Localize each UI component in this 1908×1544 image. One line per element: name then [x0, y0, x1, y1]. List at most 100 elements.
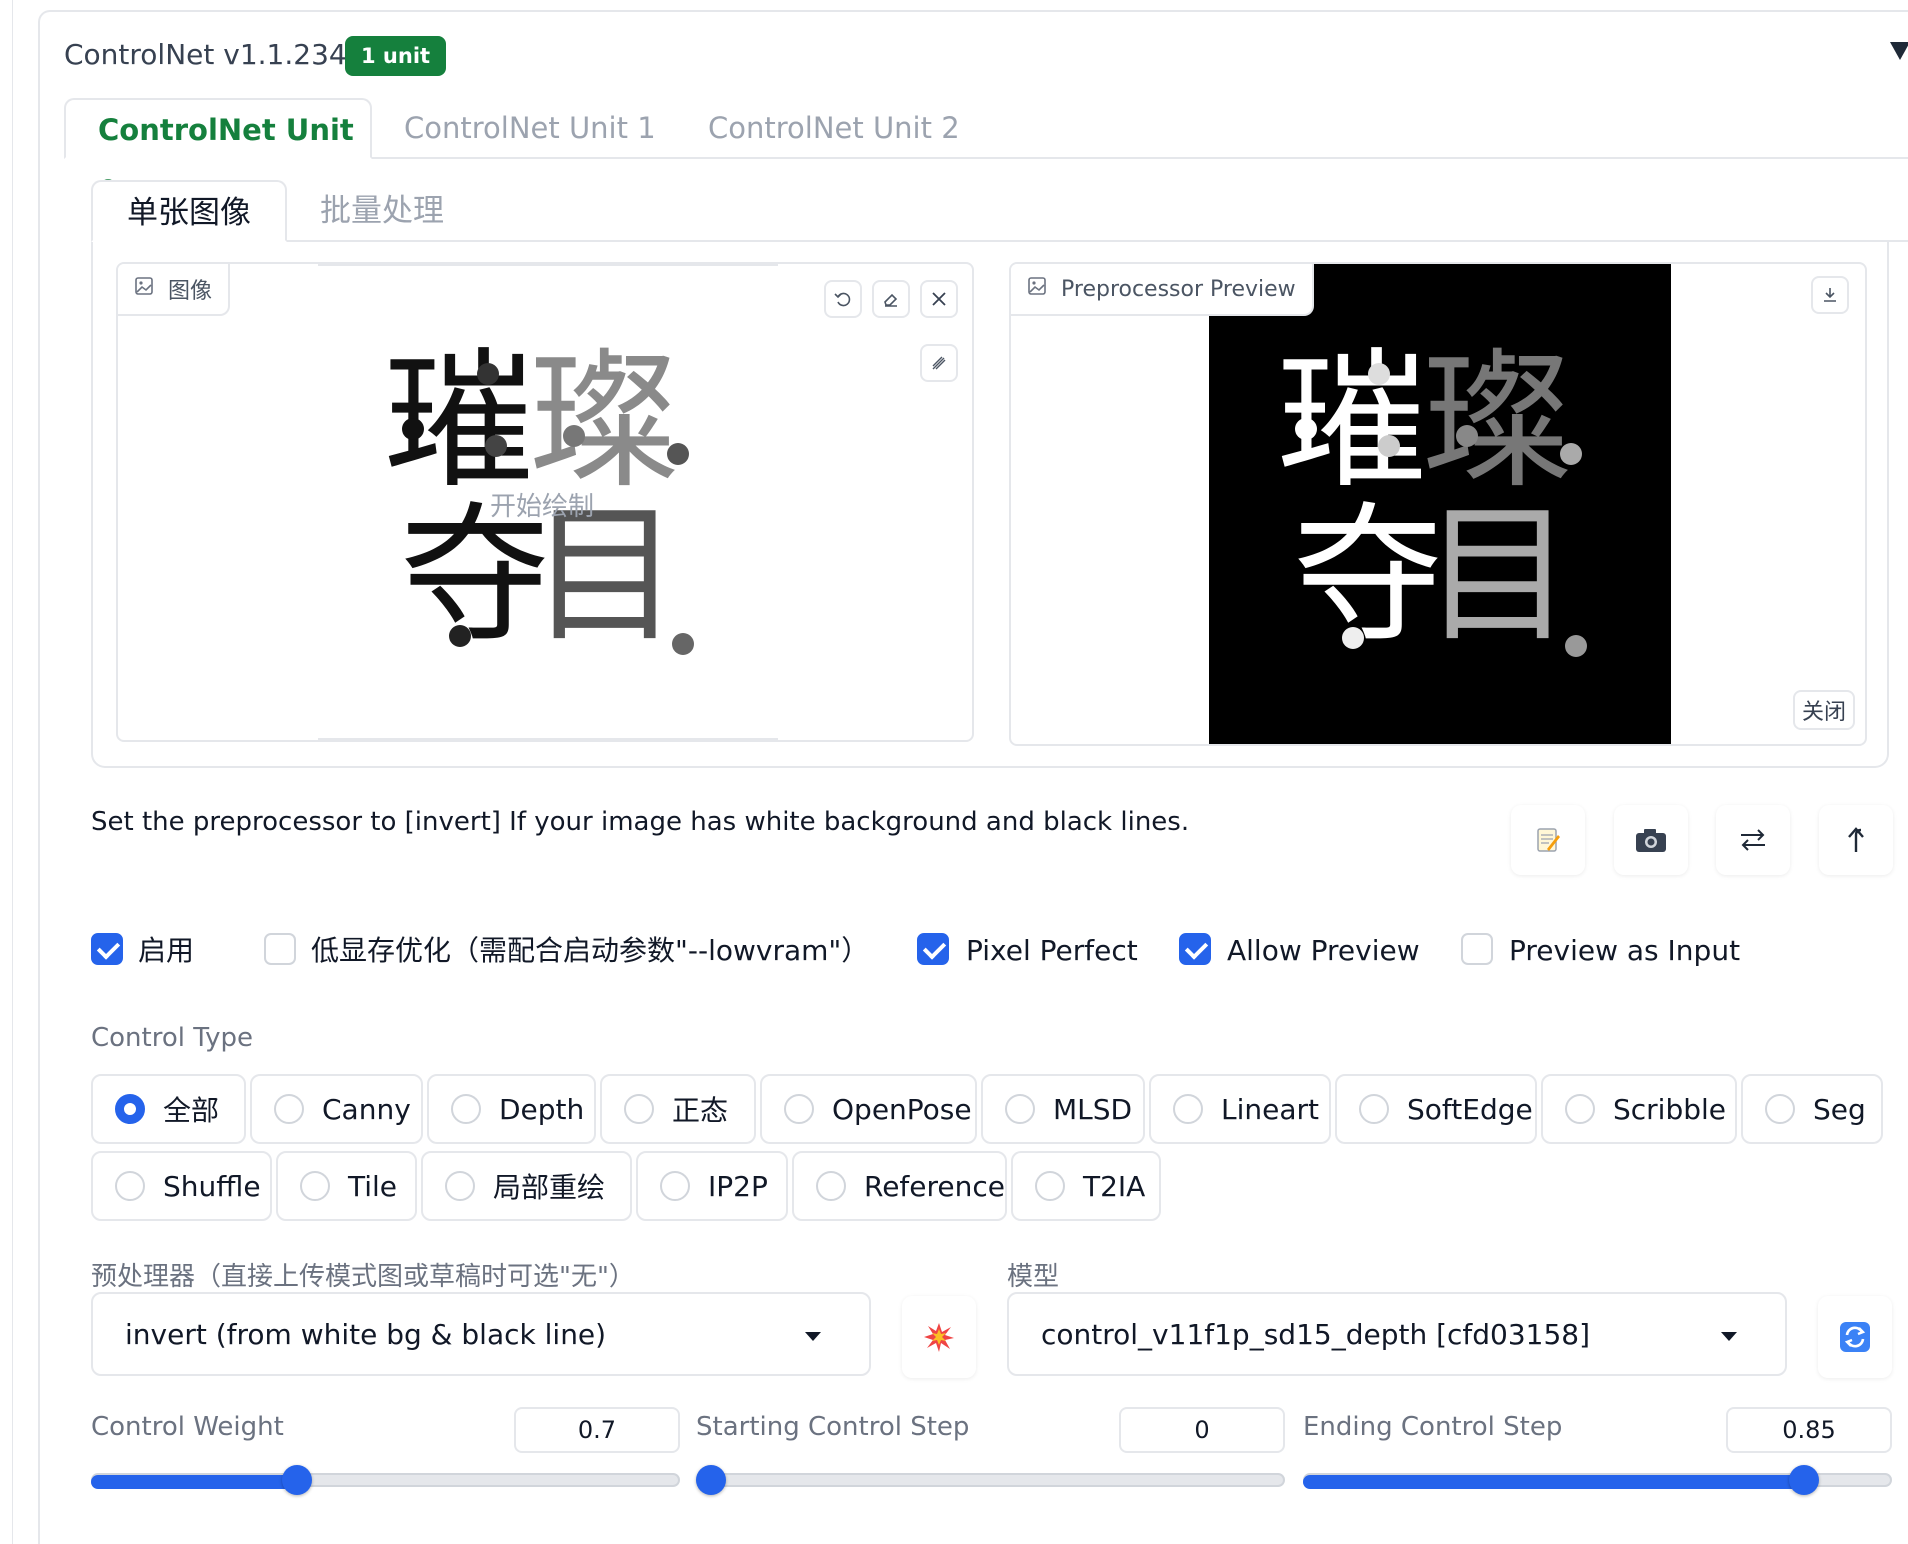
pixel-perfect-checkbox[interactable] [917, 933, 949, 965]
option-label: SoftEdge [1407, 1092, 1533, 1126]
radio-icon [1565, 1094, 1595, 1124]
option-label: MLSD [1053, 1092, 1133, 1126]
radio-icon [451, 1094, 481, 1124]
option-label: Reference [864, 1169, 1005, 1203]
control-type-option-openpose[interactable]: OpenPose [760, 1074, 977, 1144]
input-image-canvas[interactable]: 图像 璀 璨 夺 目 开始绘制 [116, 262, 974, 742]
preview-image: 璀 璨 夺 目 [1209, 264, 1671, 744]
control-type-option-inpaint[interactable]: 局部重绘 [421, 1151, 632, 1221]
control-weight-label: Control Weight [91, 1412, 284, 1442]
lowvram-checkbox[interactable] [264, 933, 296, 965]
upload-arrow-icon[interactable] [1819, 805, 1893, 875]
tab-controlnet-unit-2[interactable]: ControlNet Unit 2 [676, 98, 992, 159]
tab-single-image[interactable]: 单张图像 [91, 180, 287, 242]
chevron-down-icon [1721, 1332, 1737, 1341]
preprocessor-preview: 璀 璨 夺 目 Preprocessor Preview 关闭 [1009, 262, 1867, 746]
preprocessor-label: 预处理器（直接上传模式图或草稿时可选"无"） [91, 1262, 635, 1292]
radio-icon [1035, 1171, 1065, 1201]
preview-as-input-label: Preview as Input [1509, 934, 1741, 967]
control-type-option-tile[interactable]: Tile [276, 1151, 417, 1221]
control-type-option-softedge[interactable]: SoftEdge [1335, 1074, 1537, 1144]
ending-step-input[interactable]: 0.85 [1726, 1407, 1892, 1453]
radio-icon [660, 1171, 690, 1201]
camera-icon[interactable] [1614, 805, 1688, 875]
edit-note-icon[interactable] [1511, 805, 1585, 875]
radio-icon [300, 1171, 330, 1201]
allow-preview-checkbox[interactable] [1179, 933, 1211, 965]
chevron-down-icon [805, 1332, 821, 1341]
radio-icon [784, 1094, 814, 1124]
radio-icon [1005, 1094, 1035, 1124]
image-icon [1027, 276, 1047, 302]
option-label: Scribble [1613, 1092, 1727, 1126]
ending-step-slider-fill [1303, 1475, 1804, 1489]
preview-label-text: Preprocessor Preview [1061, 276, 1296, 302]
tab-controlnet-unit-1[interactable]: ControlNet Unit 1 [372, 98, 688, 159]
preprocessor-value: invert (from white bg & black line) [125, 1317, 607, 1351]
control-type-option-normal[interactable]: 正态 [600, 1074, 756, 1144]
option-label: T2IA [1083, 1169, 1146, 1203]
refresh-models-icon[interactable] [1818, 1296, 1892, 1378]
radio-icon [1359, 1094, 1389, 1124]
control-type-option-ip2p[interactable]: IP2P [636, 1151, 788, 1221]
lowvram-label: 低显存优化（需配合启动参数"--lowvram"） [311, 934, 870, 967]
control-type-option-shuffle[interactable]: Shuffle [91, 1151, 272, 1221]
unit-count-badge: 1 unit [345, 36, 447, 76]
control-type-option-seg[interactable]: Seg [1741, 1074, 1883, 1144]
control-weight-slider-thumb[interactable] [282, 1465, 312, 1495]
pixel-perfect-label: Pixel Perfect [966, 934, 1138, 967]
control-type-option-all[interactable]: 全部 [91, 1074, 246, 1144]
option-label: 正态 [672, 1094, 729, 1127]
starting-step-label: Starting Control Step [696, 1412, 970, 1442]
starting-step-slider-thumb[interactable] [696, 1465, 726, 1495]
enable-checkbox[interactable] [91, 933, 123, 965]
ending-step-slider-thumb[interactable] [1789, 1465, 1819, 1495]
preprocessor-hint: Set the preprocessor to [invert] If your… [91, 807, 1190, 837]
control-type-option-depth[interactable]: Depth [427, 1074, 596, 1144]
option-label: Seg [1813, 1092, 1866, 1126]
preprocessor-dropdown[interactable]: invert (from white bg & black line) [91, 1292, 871, 1376]
accordion-title[interactable]: ControlNet v1.1.234 [64, 38, 347, 71]
control-type-option-scribble[interactable]: Scribble [1541, 1074, 1737, 1144]
model-label: 模型 [1007, 1262, 1060, 1292]
option-label: IP2P [708, 1169, 768, 1203]
run-preprocessor-icon[interactable] [902, 1296, 976, 1378]
allow-preview-label: Allow Preview [1227, 934, 1420, 967]
collapse-arrow-icon[interactable] [1890, 42, 1908, 60]
preview-label: Preprocessor Preview [1011, 264, 1314, 316]
control-type-label: Control Type [91, 1023, 253, 1053]
left-border [12, 0, 13, 1544]
option-label: Shuffle [163, 1169, 261, 1203]
enable-label: 启用 [138, 934, 195, 967]
ending-step-label: Ending Control Step [1303, 1412, 1563, 1442]
control-type-option-t2ia[interactable]: T2IA [1011, 1151, 1161, 1221]
option-label: 局部重绘 [493, 1171, 606, 1204]
radio-selected-icon [115, 1094, 145, 1124]
tab-controlnet-unit-0[interactable]: ControlNet Unit 0 [64, 98, 372, 208]
preview-as-input-checkbox[interactable] [1461, 933, 1493, 965]
model-value: control_v11f1p_sd15_depth [cfd03158] [1041, 1317, 1591, 1351]
starting-step-input[interactable]: 0 [1119, 1407, 1285, 1453]
tab-batch[interactable]: 批量处理 [320, 180, 444, 242]
radio-icon [115, 1171, 145, 1201]
model-dropdown[interactable]: control_v11f1p_sd15_depth [cfd03158] [1007, 1292, 1787, 1376]
option-label: 全部 [163, 1094, 220, 1127]
radio-icon [816, 1171, 846, 1201]
control-type-option-reference[interactable]: Reference [792, 1151, 1007, 1221]
control-type-option-canny[interactable]: Canny [250, 1074, 423, 1144]
explosion-icon [924, 1323, 954, 1352]
radio-icon [624, 1094, 654, 1124]
control-type-option-lineart[interactable]: Lineart [1149, 1074, 1331, 1144]
preview-dots [1295, 363, 1587, 657]
starting-step-slider[interactable] [696, 1473, 1285, 1487]
close-preview-button[interactable]: 关闭 [1793, 690, 1855, 730]
download-icon[interactable] [1811, 276, 1849, 314]
control-weight-input[interactable]: 0.7 [514, 1407, 680, 1453]
option-label: Depth [499, 1092, 585, 1126]
option-label: Lineart [1221, 1092, 1319, 1126]
control-type-option-mlsd[interactable]: MLSD [981, 1074, 1145, 1144]
swap-arrows-icon[interactable] [1716, 805, 1790, 875]
radio-icon [1765, 1094, 1795, 1124]
option-label: Tile [348, 1169, 398, 1203]
radio-icon [274, 1094, 304, 1124]
